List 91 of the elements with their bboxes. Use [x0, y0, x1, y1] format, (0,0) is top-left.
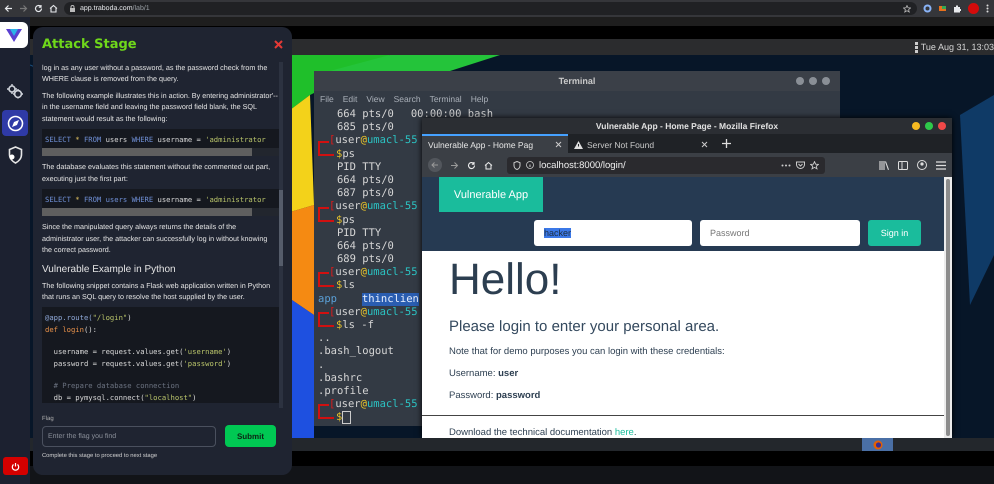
prompt-text: [user@umacl-55	[329, 266, 418, 280]
browser-icon	[872, 440, 882, 450]
new-tab-icon[interactable]	[722, 139, 731, 148]
maximize-button[interactable]	[925, 122, 933, 130]
terminal-output: 689 pts/0	[336, 253, 394, 266]
forward-icon[interactable]	[19, 4, 28, 13]
pocket-icon[interactable]	[796, 161, 805, 170]
url-field[interactable]: localhost:8000/login/	[507, 156, 825, 174]
menu-item[interactable]: Terminal	[430, 94, 462, 104]
credential-text: Password: password	[449, 390, 542, 401]
credential-text: Username: user	[449, 368, 520, 379]
file-name: thinclien	[362, 292, 419, 306]
star-icon[interactable]	[903, 4, 911, 12]
code-scrollbar[interactable]	[42, 148, 279, 156]
terminal-output: 00:00:00 bash	[410, 108, 494, 122]
reload-icon[interactable]	[34, 4, 43, 13]
terminal-output: .bash_logout	[318, 345, 394, 359]
prompt-text: [user@umacl-55	[329, 398, 418, 412]
lead-text: Please login to enter your personal area.	[449, 318, 720, 335]
menu-icon[interactable]	[914, 42, 918, 52]
more-icon[interactable]	[781, 164, 791, 167]
menu-item[interactable]: Help	[470, 94, 488, 104]
window-title: Vulnerable App - Home Page - Mozilla Firefox	[596, 120, 778, 131]
password-field[interactable]: Password	[700, 220, 860, 246]
page-scrollbar[interactable]	[944, 177, 952, 438]
menu-item[interactable]: Edit	[342, 94, 358, 104]
submit-button[interactable]: Submit	[225, 425, 276, 447]
window-title: Terminal	[558, 76, 596, 86]
terminal-output: 664 pts/0	[336, 108, 394, 122]
panel-title: Attack Stage	[42, 37, 137, 52]
taskbar-button[interactable]	[862, 438, 893, 451]
menu-item[interactable]: Search	[394, 94, 421, 104]
shield-icon	[6, 146, 24, 164]
star-icon[interactable]	[810, 160, 819, 170]
command-text: $	[336, 411, 342, 425]
menu-item[interactable]: File	[320, 94, 334, 104]
sidebar-item[interactable]	[2, 110, 28, 136]
power-icon	[10, 462, 20, 470]
browser-tab[interactable]: Vulnerable App - Home Pag	[422, 134, 568, 154]
menu-icon[interactable]	[936, 160, 946, 170]
terminal-output: 664 pts/0	[336, 240, 394, 254]
power-button[interactable]	[2, 457, 28, 475]
terminal-output: .bashrc	[318, 372, 362, 385]
shield-icon	[513, 160, 521, 170]
browser-tab[interactable]: Server Not Found	[568, 134, 714, 154]
section-heading: Vulnerable Example in Python	[42, 264, 177, 275]
command-text: $ls -f	[336, 319, 374, 332]
logo-icon	[5, 28, 23, 42]
home-icon[interactable]	[484, 160, 493, 170]
code-scrollbar[interactable]	[42, 208, 279, 216]
terminal-output: 687 pts/0	[336, 187, 394, 200]
terminal-output: .	[318, 358, 324, 372]
menu-item[interactable]: View	[366, 94, 385, 104]
forward-icon[interactable]	[450, 160, 459, 170]
minimize-button[interactable]	[912, 122, 920, 130]
close-button[interactable]	[938, 122, 946, 130]
prompt-text: [user@umacl-55	[329, 306, 418, 320]
menu-icon[interactable]	[985, 4, 990, 13]
page-heading: Hello!	[449, 255, 562, 305]
terminal-output: ..	[318, 332, 331, 346]
compass-icon	[6, 114, 24, 132]
terminal-output: .profile	[318, 384, 369, 398]
info-icon	[526, 161, 534, 170]
close-icon[interactable]	[555, 141, 562, 148]
footer-text: Download the technical documentation here.	[449, 427, 638, 438]
command-text: $ls	[336, 279, 355, 293]
terminal-output: PID TTY	[336, 226, 382, 240]
close-icon[interactable]	[701, 141, 708, 148]
close-button[interactable]	[274, 40, 283, 49]
terminal-output: PID TTY	[336, 160, 382, 174]
puzzle-icon[interactable]	[953, 4, 962, 13]
home-icon[interactable]	[49, 4, 58, 13]
note-text: Note that for demo purposes you can login with these credentials:	[449, 346, 726, 357]
prompt-text: [user@umacl-55	[329, 134, 418, 148]
terminal-output: 664 pts/0	[336, 174, 394, 188]
username-field[interactable]: hacker	[534, 220, 692, 246]
prompt-text: [user@umacl-55	[329, 200, 418, 214]
lock-icon	[70, 5, 75, 12]
terminal-output: 685 pts/0	[336, 121, 394, 134]
close-icon	[274, 40, 283, 49]
logo-button[interactable]	[0, 22, 28, 48]
sidebar-icon[interactable]	[898, 160, 908, 170]
account-icon[interactable]	[917, 160, 927, 170]
reload-icon[interactable]	[467, 160, 476, 170]
command-text: $ps	[336, 214, 355, 227]
library-icon[interactable]	[879, 160, 889, 170]
command-text: $ps	[336, 148, 355, 161]
file-name: app	[318, 292, 337, 306]
clock-text: Tue Aug 31, 13:03	[920, 42, 994, 52]
gears-icon	[6, 83, 24, 99]
back-icon[interactable]	[4, 4, 13, 13]
